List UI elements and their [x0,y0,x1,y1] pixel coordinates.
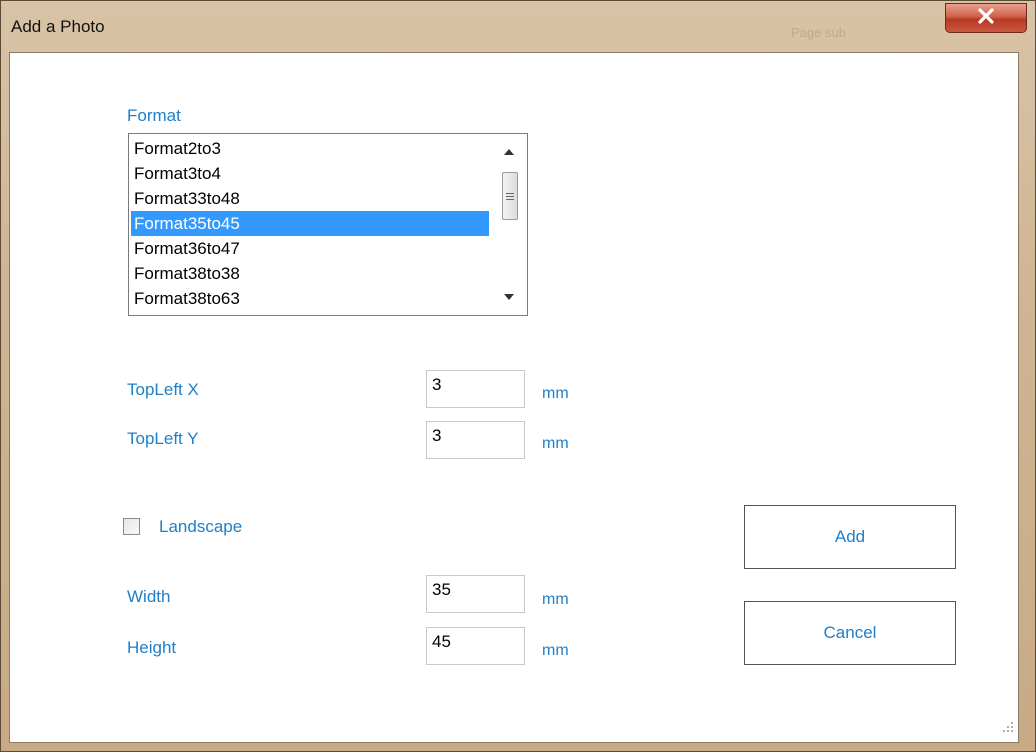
format-list-item[interactable]: Format2to3 [131,136,489,161]
topleft-x-label: TopLeft X [127,380,199,399]
format-list-item-selected[interactable]: Format35to45 [131,211,489,236]
format-list-item[interactable]: Format3to4 [131,161,489,186]
background-window-text: Page sub [791,25,846,40]
close-button[interactable] [945,3,1027,33]
topleft-y-input[interactable]: 3 [426,421,525,459]
format-scrollbar[interactable] [492,135,526,314]
width-input[interactable]: 35 [426,575,525,613]
topleft-y-unit: mm [542,435,569,452]
width-label: Width [127,587,171,606]
scroll-up-arrow-icon[interactable] [492,141,526,163]
dialog-body: Format Format2to3 Format3to4 Format33to4… [9,52,1019,743]
height-input[interactable]: 45 [426,627,525,665]
landscape-label[interactable]: Landscape [159,517,242,537]
resize-grip-icon[interactable] [1002,720,1014,738]
thumb-grip-icon [506,192,514,200]
close-icon [977,7,995,29]
height-unit: mm [542,642,569,659]
topleft-x-unit: mm [542,385,569,402]
dialog-window: Add a Photo Page sub Format Format2to3 F… [0,0,1036,752]
window-title: Add a Photo [11,17,105,36]
topleft-x-input[interactable]: 3 [426,370,525,408]
title-bar[interactable]: Add a Photo Page sub [1,1,1035,51]
landscape-checkbox[interactable] [123,518,140,535]
cancel-button[interactable]: Cancel [744,601,956,665]
scroll-thumb[interactable] [502,172,518,220]
format-list-item[interactable]: Format36to47 [131,236,489,261]
format-label: Format [127,106,181,125]
format-list-item[interactable]: Format38to63 [131,286,489,311]
format-list-item[interactable]: Format33to48 [131,186,489,211]
format-list-item[interactable]: Format38to38 [131,261,489,286]
width-unit: mm [542,591,569,608]
height-label: Height [127,638,177,657]
add-button[interactable]: Add [744,505,956,569]
format-list: Format2to3 Format3to4 Format33to48 Forma… [131,136,489,311]
topleft-y-label: TopLeft Y [127,429,199,448]
scroll-down-arrow-icon[interactable] [492,286,526,308]
format-listbox[interactable]: Format2to3 Format3to4 Format33to48 Forma… [128,133,528,316]
